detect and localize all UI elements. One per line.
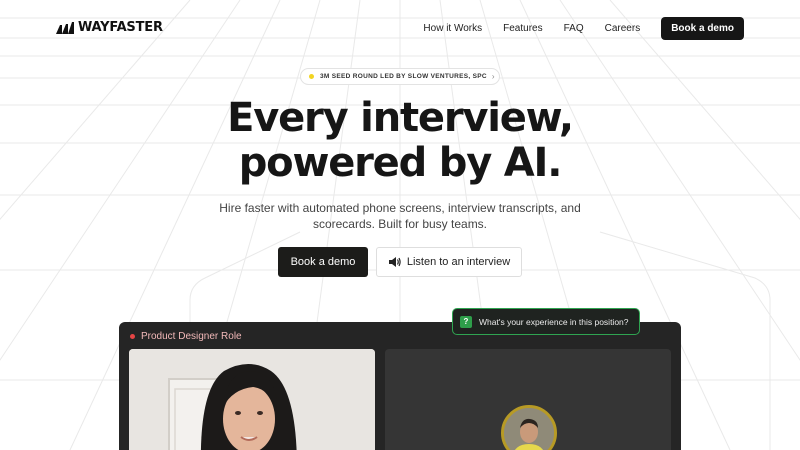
nav-link-faq[interactable]: FAQ	[564, 18, 584, 40]
chevron-right-icon: ›	[491, 72, 495, 81]
candidate-photo	[129, 349, 375, 450]
headline-line-1: Every interview,	[227, 95, 574, 141]
speaker-icon	[388, 257, 401, 267]
nav-link-how-it-works[interactable]: How it Works	[423, 18, 482, 40]
hero-subtext: Hire faster with automated phone screens…	[0, 200, 800, 232]
demo-role-title: Product Designer Role	[141, 331, 242, 342]
top-nav: WAYFASTER How it Works Features FAQ Care…	[0, 0, 800, 58]
nav-link-careers[interactable]: Careers	[605, 18, 641, 40]
interviewer-video	[385, 349, 671, 450]
nav-links: How it Works Features FAQ Careers Book a…	[423, 17, 744, 40]
question-mark-icon: ?	[460, 315, 472, 328]
hero-book-demo-label: Book a demo	[290, 256, 356, 268]
listen-interview-button[interactable]: Listen to an interview	[376, 247, 522, 277]
subtext-line-1: Hire faster with automated phone screens…	[219, 201, 581, 215]
hero-headline: Every interview, powered by AI.	[0, 96, 800, 186]
badge-text: 3M SEED ROUND LED BY SLOW VENTURES, SPC	[320, 73, 487, 80]
hero-book-demo-button[interactable]: Book a demo	[278, 247, 368, 277]
interviewer-avatar	[501, 405, 557, 450]
nav-link-features[interactable]: Features	[503, 18, 542, 40]
brand-name: WAYFASTER	[78, 20, 163, 35]
listen-interview-label: Listen to an interview	[406, 256, 511, 268]
wayfaster-logo-mark-icon	[56, 21, 74, 34]
ai-question-bubble: ? What's your experience in this positio…	[452, 308, 640, 335]
demo-header: Product Designer Role	[130, 331, 242, 342]
interview-demo-window: Product Designer Role	[119, 322, 681, 450]
interviewer-photo	[504, 408, 554, 450]
recording-dot-icon	[130, 334, 135, 339]
headline-line-2: powered by AI.	[238, 140, 563, 186]
candidate-video	[129, 349, 375, 450]
badge-dot	[309, 74, 314, 79]
brand-logo[interactable]: WAYFASTER	[56, 20, 163, 35]
ai-question-text: What's your experience in this position?	[479, 316, 629, 327]
nav-book-demo-button[interactable]: Book a demo	[661, 17, 744, 40]
funding-announcement-badge[interactable]: 3M SEED ROUND LED BY SLOW VENTURES, SPC …	[300, 68, 500, 85]
subtext-line-2: scorecards. Built for busy teams.	[312, 217, 488, 231]
